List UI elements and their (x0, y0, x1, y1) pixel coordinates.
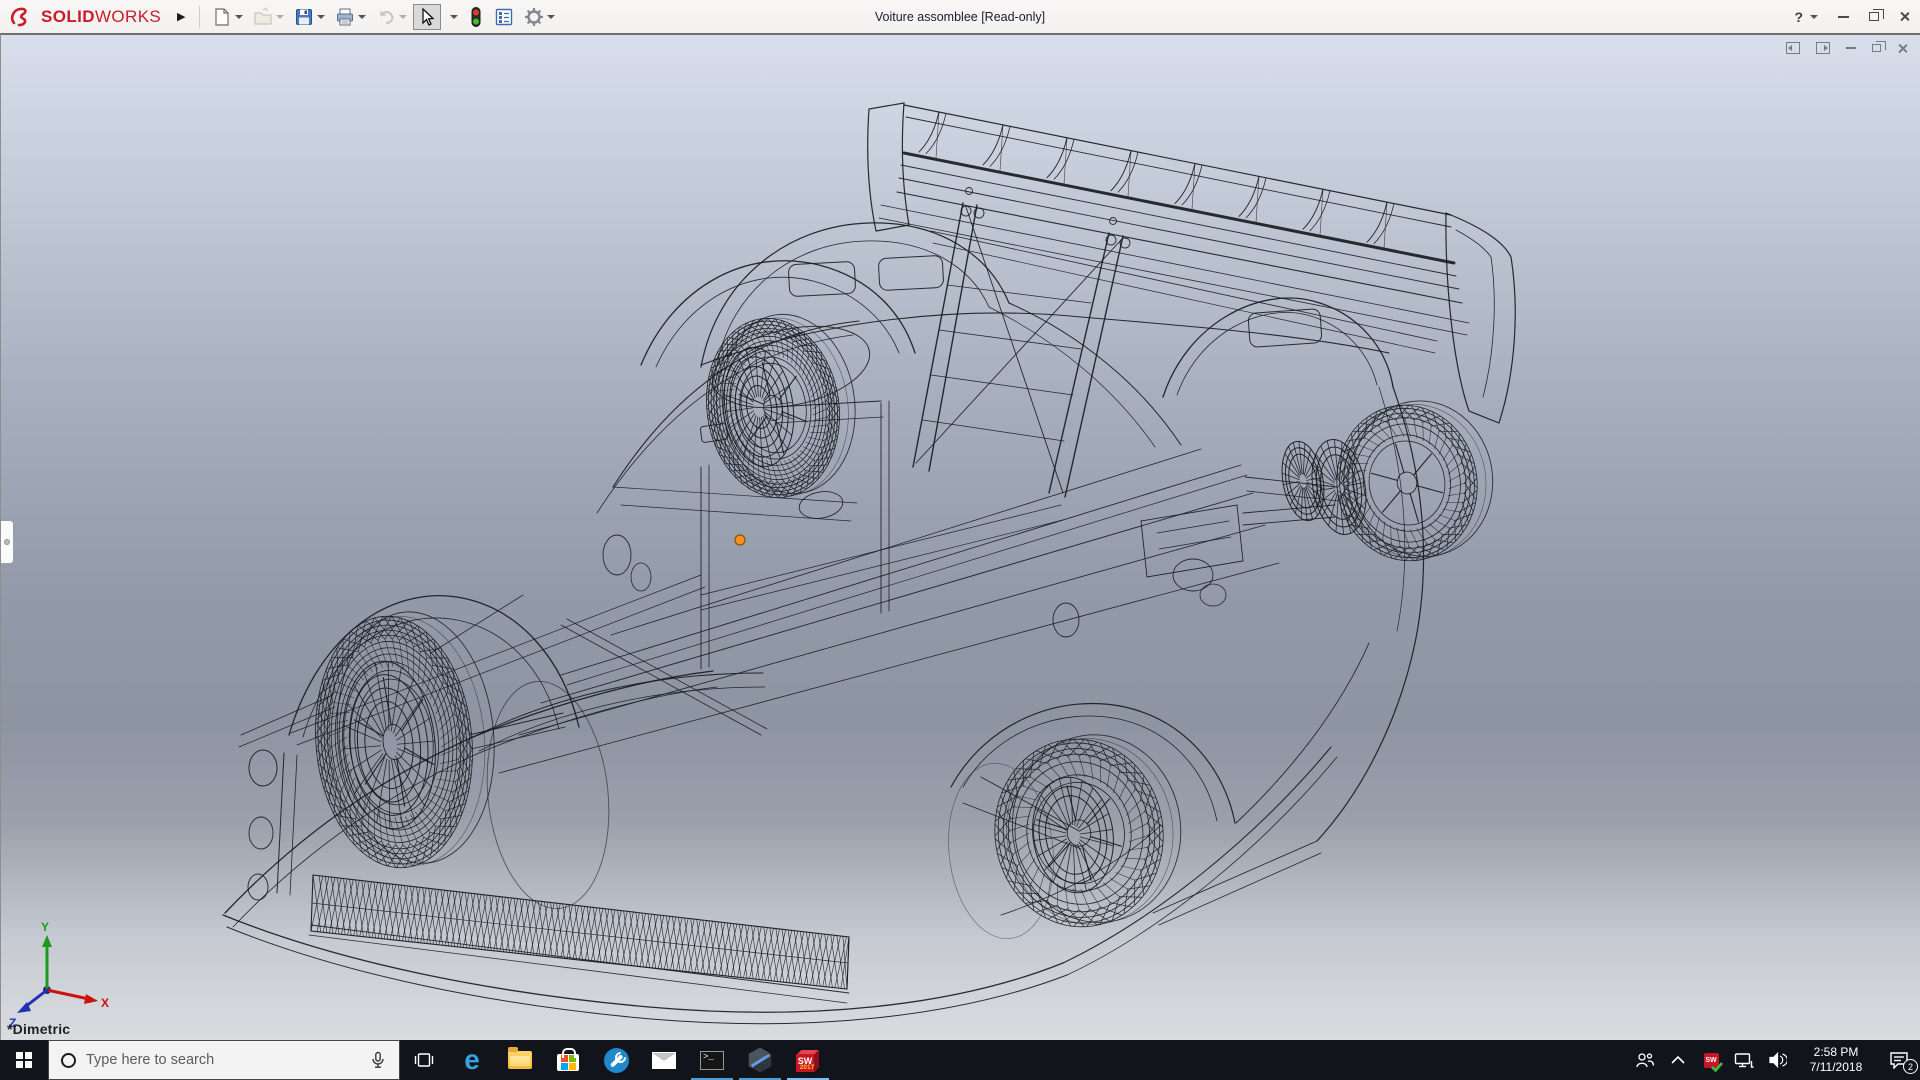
undo-caret[interactable] (399, 15, 407, 19)
document-title: Voiture assomblee [Read-only] (875, 0, 1045, 33)
taskbar-clock[interactable]: 2:58 PM 7/11/2018 (1797, 1045, 1875, 1075)
microsoft-store-icon (557, 1054, 579, 1071)
solidworks-2017-icon: SW 2017 (795, 1047, 821, 1073)
wrench-tool-icon (604, 1048, 629, 1073)
undo-icon (376, 7, 396, 27)
display-settings-icon (494, 7, 514, 27)
select-button[interactable] (413, 4, 441, 30)
notification-badge: 2 (1903, 1059, 1918, 1074)
orientation-triad: Y X Z (9, 920, 109, 1030)
solidworks-logo: SOLIDWORKS (0, 0, 171, 33)
cortana-icon (61, 1053, 76, 1068)
minimize-button[interactable] (1838, 16, 1849, 18)
taskbar-app-get-help[interactable] (592, 1040, 640, 1080)
titlebar: SOLIDWORKS ▶ (0, 0, 1920, 33)
doc-minimize-button[interactable] (1846, 47, 1856, 49)
taskbar-app-composer[interactable] (736, 1040, 784, 1080)
open-button[interactable] (249, 4, 288, 30)
help-caret (1810, 15, 1818, 19)
options-caret[interactable] (547, 15, 555, 19)
triad-x-label: X (101, 996, 109, 1010)
solidworks-tray-icon[interactable]: SW (1698, 1040, 1724, 1080)
flyout-tab-dot (4, 539, 10, 545)
options-button[interactable] (520, 4, 559, 30)
pane-left-icon[interactable] (1786, 42, 1800, 54)
pane-right-icon[interactable] (1816, 42, 1830, 54)
view-orientation-label: *Dimetric (7, 1021, 70, 1037)
open-caret[interactable] (276, 15, 284, 19)
new-caret[interactable] (235, 15, 243, 19)
rebuild-button[interactable] (464, 4, 488, 30)
hexagon-app-icon (748, 1048, 773, 1073)
print-button[interactable] (331, 4, 370, 30)
windows-logo-icon (16, 1052, 32, 1068)
toolbar-flyout-arrow[interactable]: ▶ (171, 5, 191, 29)
edge-icon: e (464, 1046, 480, 1074)
tray-time: 2:58 PM (1797, 1045, 1875, 1060)
toolbar-separator (199, 6, 200, 28)
graphics-area[interactable]: Y X Z *Dimetric (0, 33, 1920, 1040)
triad-y-label: Y (41, 920, 49, 934)
taskbar-app-file-explorer[interactable] (496, 1040, 544, 1080)
undo-button[interactable] (372, 4, 411, 30)
task-view-button[interactable] (400, 1040, 448, 1080)
save-caret[interactable] (317, 15, 325, 19)
print-icon (335, 7, 355, 27)
solidworks-logo-mark (10, 5, 36, 29)
select-caret-button[interactable] (443, 4, 462, 30)
volume-icon[interactable] (1764, 1040, 1790, 1080)
taskbar-app-mail[interactable] (640, 1040, 688, 1080)
command-prompt-icon: >_ (700, 1051, 724, 1070)
standard-toolbar (208, 4, 559, 30)
print-caret[interactable] (358, 15, 366, 19)
people-button[interactable] (1632, 1040, 1658, 1080)
restore-button[interactable] (1869, 12, 1879, 21)
taskbar-app-command-prompt[interactable]: >_ (688, 1040, 736, 1080)
search-placeholder: Type here to search (86, 1052, 369, 1068)
options-gear-icon (524, 7, 544, 27)
logo-text-bold: SOLID (41, 7, 95, 26)
new-document-icon (212, 7, 232, 27)
logo-text-light: WORKS (95, 7, 161, 26)
action-center-button[interactable]: 2 (1882, 1040, 1916, 1080)
select-cursor-icon (417, 7, 437, 27)
close-button[interactable] (1899, 11, 1910, 22)
start-button[interactable] (0, 1040, 48, 1080)
window-controls: ? (1794, 0, 1910, 33)
system-tray: SW 2:58 PM 7/11/2018 2 (1632, 1040, 1920, 1080)
mail-icon (652, 1052, 676, 1069)
taskbar-app-solidworks[interactable]: SW 2017 (784, 1040, 832, 1080)
open-icon (253, 7, 273, 27)
wireframe-car-model (223, 103, 1515, 1024)
tray-date: 7/11/2018 (1797, 1060, 1875, 1075)
new-document-button[interactable] (208, 4, 247, 30)
help-button[interactable]: ? (1794, 9, 1818, 25)
microphone-icon[interactable] (369, 1051, 387, 1069)
windows-taskbar: Type here to search e >_ SW 2017 (0, 1040, 1920, 1080)
taskbar-app-edge[interactable]: e (448, 1040, 496, 1080)
save-icon (294, 7, 314, 27)
doc-restore-button[interactable] (1872, 44, 1881, 52)
taskbar-app-store[interactable] (544, 1040, 592, 1080)
select-caret (450, 15, 458, 19)
task-pane-flyout-tab[interactable] (1, 520, 14, 564)
taskbar-search-input[interactable]: Type here to search (48, 1040, 400, 1080)
file-explorer-icon (508, 1051, 532, 1069)
network-icon[interactable] (1731, 1040, 1757, 1080)
display-settings-button[interactable] (490, 4, 518, 30)
tray-chevron-up[interactable] (1665, 1040, 1691, 1080)
assembly-origin-marker[interactable] (735, 535, 745, 545)
save-button[interactable] (290, 4, 329, 30)
rebuild-traffic-light-icon (468, 6, 484, 28)
document-window-controls (1786, 42, 1908, 54)
wireframe-scene: Y X Z (1, 35, 1920, 1042)
doc-close-button[interactable] (1897, 43, 1908, 54)
